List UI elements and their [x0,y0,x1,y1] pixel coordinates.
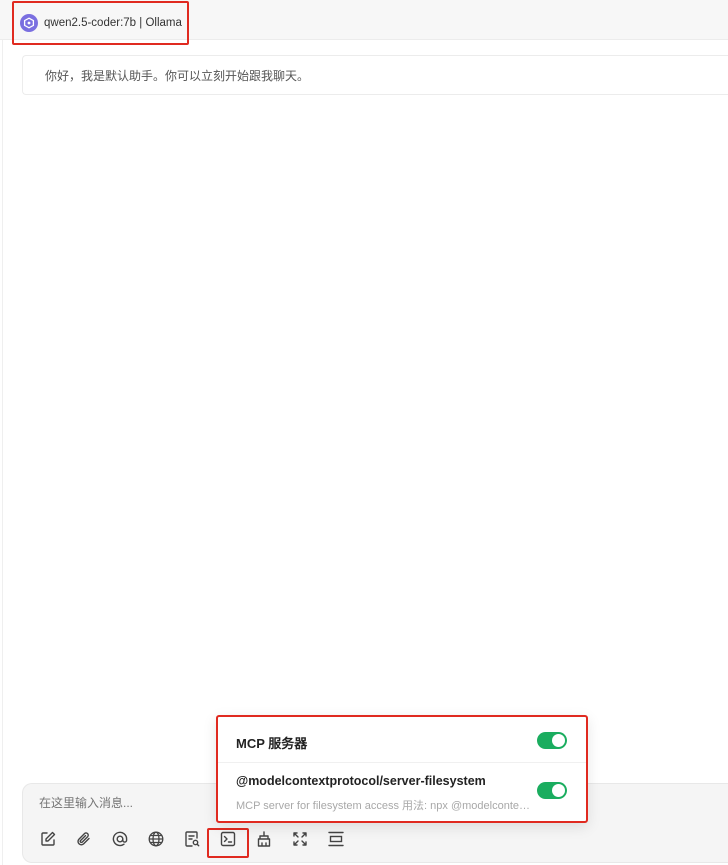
web-search-icon[interactable] [145,828,167,850]
model-selector[interactable]: qwen2.5-coder:7b | Ollama [12,1,189,45]
attachment-icon[interactable] [73,828,95,850]
sidebar-divider [2,40,3,865]
assistant-greeting-text: 你好，我是默认助手。你可以立刻开始跟我聊天。 [45,68,310,83]
mcp-master-toggle[interactable] [537,732,567,749]
server-name: @modelcontextprotocol/server-filesystem [236,774,486,788]
server-description: MCP server for filesystem access 用法: npx… [236,800,532,812]
mcp-popup-title: MCP 服务器 [236,736,308,751]
knowledge-base-icon[interactable] [181,828,203,850]
new-topic-icon[interactable] [37,828,59,850]
mcp-popup-header: MCP 服务器 [218,717,586,763]
mcp-button-highlight [207,828,249,858]
expand-icon[interactable] [289,828,311,850]
server-toggle[interactable] [537,782,567,799]
new-context-icon[interactable] [325,828,347,850]
mcp-server-popup: MCP 服务器 @modelcontextprotocol/server-fil… [216,715,588,823]
clear-context-icon[interactable] [253,828,275,850]
mention-icon[interactable] [109,828,131,850]
assistant-message: 你好，我是默认助手。你可以立刻开始跟我聊天。 [22,55,728,95]
toggle-knob [552,784,565,797]
toggle-knob [552,734,565,747]
ollama-logo-icon [20,14,38,32]
model-name: qwen2.5-coder:7b | Ollama [44,17,182,29]
